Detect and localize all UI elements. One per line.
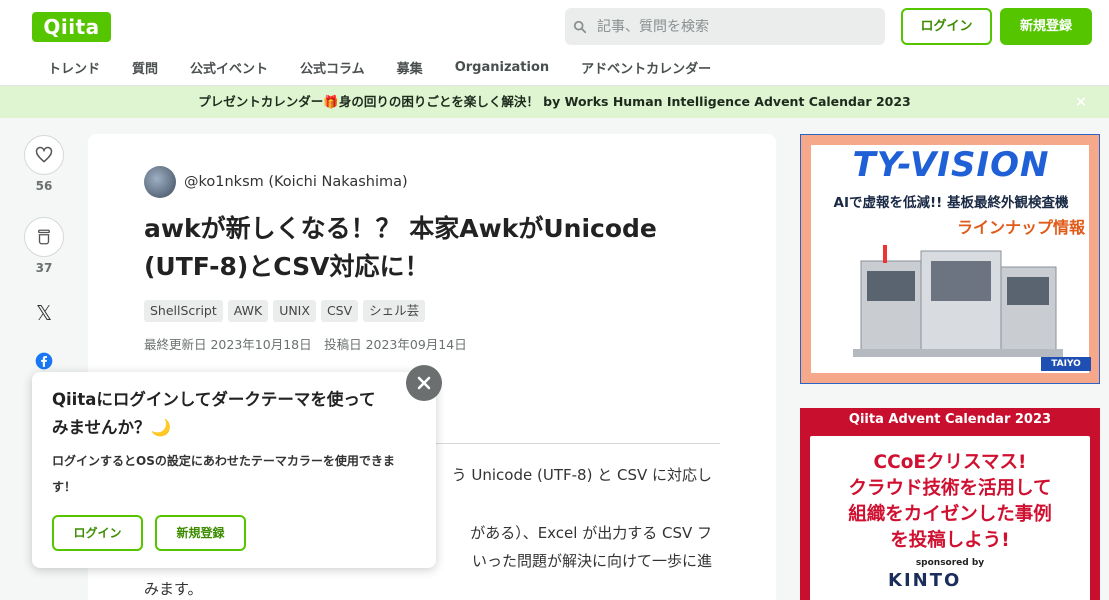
ad-sponsor-name: KINTO	[888, 570, 962, 591]
tag-list: ShellScript AWK UNIX CSV シェル芸	[144, 300, 430, 322]
close-icon	[417, 376, 431, 390]
ad-headline: CCoEクリスマス! クラウド技術を活用して 組織をカイゼンした事例 を投稿しよ…	[848, 452, 1052, 551]
stock-button[interactable]	[24, 217, 64, 257]
popup-title: Qiitaにログインしてダークテーマを使ってみませんか？🌙	[52, 390, 376, 437]
like-count: 56	[35, 179, 53, 193]
ad-subtitle: AIで虚報を低減!! 基板最終外観検査機	[833, 195, 1069, 211]
announcement-banner[interactable]: プレゼントカレンダー🎁身の回りの困りごとを楽しく解決！ by Works Hum…	[0, 86, 1109, 118]
search-icon	[573, 20, 587, 33]
search-input[interactable]	[597, 18, 877, 35]
ad-taiyo-logo: TAIYO	[1041, 357, 1091, 371]
like-button[interactable]	[24, 135, 64, 175]
nav-questions[interactable]: 質問	[116, 58, 174, 77]
author-name[interactable]: @ko1nksm (Koichi Nakashima)	[184, 174, 408, 190]
dark-theme-popup: Qiitaにログインしてダークテーマを使ってみませんか？🌙 ログインするとOSの…	[32, 372, 436, 568]
ad-brand: TY-VISION	[852, 145, 1050, 185]
popup-signup-button[interactable]: 新規登録	[155, 515, 246, 551]
signup-button[interactable]: 新規登録	[1000, 8, 1092, 45]
nav-organization[interactable]: Organization	[439, 60, 565, 75]
author-avatar[interactable]	[144, 166, 176, 198]
qiita-logo[interactable]: Qiita	[32, 12, 111, 42]
inspection-machine-image	[853, 245, 1063, 357]
nav-recruit[interactable]: 募集	[381, 58, 439, 77]
article-dates: 最終更新日 2023年10月18日 投稿日 2023年09月14日	[144, 337, 467, 352]
stock-count: 37	[35, 261, 53, 275]
global-nav: トレンド 質問 公式イベント 公式コラム 募集 Organization アドベ…	[32, 54, 727, 80]
tag[interactable]: CSV	[320, 300, 359, 322]
article-title: awkが新しくなる！？ 本家AwkがUnicode (UTF-8)とCSV対応に…	[144, 214, 657, 281]
tag[interactable]: AWK	[227, 300, 269, 322]
tag[interactable]: ShellScript	[144, 300, 223, 322]
ad-inner-panel: CCoEクリスマス! クラウド技術を活用して 組織をカイゼンした事例 を投稿しよ…	[810, 436, 1090, 600]
body-line: みます。	[144, 580, 203, 598]
nav-trend[interactable]: トレンド	[32, 58, 116, 77]
popup-description: ログインするとOSの設定にあわせたテーマカラーを使用できます！	[52, 454, 395, 494]
banner-text[interactable]: プレゼントカレンダー🎁身の回りの困りごとを楽しく解決！ by Works Hum…	[198, 94, 911, 109]
popup-login-button[interactable]: ログイン	[52, 515, 143, 551]
x-share-icon[interactable]: 𝕏	[32, 301, 56, 325]
search-box[interactable]	[565, 8, 885, 45]
ad-advent-calendar[interactable]: Qiita Advent Calendar 2023 CCoEクリスマス! クラ…	[800, 408, 1100, 600]
nav-official-events[interactable]: 公式イベント	[174, 58, 284, 77]
nav-official-columns[interactable]: 公式コラム	[284, 58, 381, 77]
nav-advent-calendar[interactable]: アドベントカレンダー	[565, 58, 727, 77]
tag[interactable]: シェル芸	[363, 300, 426, 322]
ad-header: Qiita Advent Calendar 2023	[848, 412, 1052, 427]
ad-ty-vision[interactable]: TY-VISION AIで虚報を低減!! 基板最終外観検査機 ラインナップ情報 …	[800, 134, 1100, 384]
stock-icon	[38, 229, 50, 245]
ad-lineup: ラインナップ情報	[956, 218, 1085, 237]
banner-close-icon[interactable]: ×	[1073, 86, 1089, 118]
popup-close-button[interactable]	[406, 365, 442, 401]
facebook-share-icon[interactable]	[32, 349, 56, 373]
tag[interactable]: UNIX	[273, 300, 316, 322]
author-info[interactable]: @ko1nksm (Koichi Nakashima)	[144, 166, 408, 198]
ad-sponsor-label: sponsored by	[915, 558, 985, 568]
site-header: Qiita ログイン 新規登録 トレンド 質問 公式イベント 公式コラム 募集 …	[0, 0, 1109, 86]
heart-icon	[35, 146, 53, 163]
login-button[interactable]: ログイン	[901, 8, 992, 45]
